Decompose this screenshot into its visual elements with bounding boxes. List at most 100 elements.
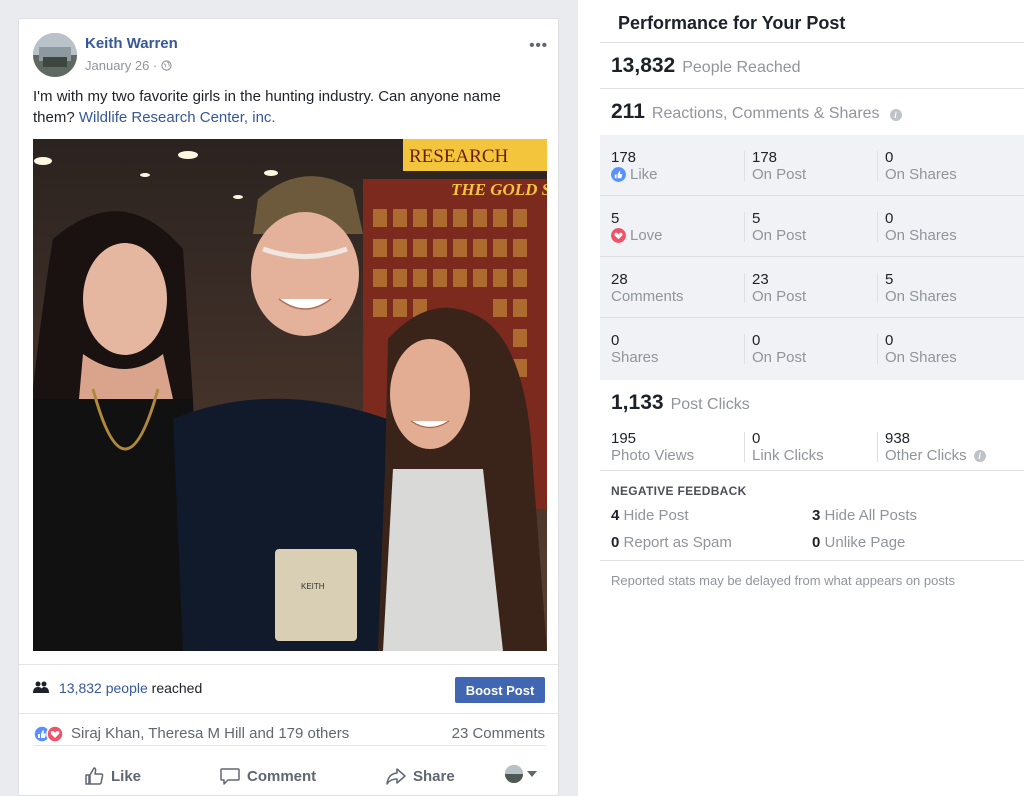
type-label: Shares (611, 349, 659, 366)
like-button[interactable]: Like (83, 761, 141, 791)
on-post-value: 23 (752, 271, 769, 288)
photo-views-value: 195 (611, 430, 637, 447)
engagement-value: 211 (611, 100, 645, 123)
badge-name: KEITH (301, 582, 325, 591)
people-icon (33, 681, 49, 693)
divider (744, 334, 745, 364)
hide-post-label: Hide Post (623, 507, 689, 524)
photo-views-label: Photo Views (611, 447, 695, 464)
info-icon[interactable]: i (973, 449, 986, 462)
engagement-stat: 211 Reactions, Comments & Shares i (611, 100, 902, 124)
divider (744, 151, 745, 181)
link-clicks-cell: 0 Link Clicks (752, 430, 824, 464)
performance-panel: Performance for Your Post 13,832 People … (578, 0, 1024, 796)
breakdown-row-love: 5 Love 5 On Post 0 On Shares (600, 196, 1024, 257)
engagement-breakdown: 178 Like 178 On Post 0 On Shares 5 Love … (600, 135, 1024, 380)
post-photo[interactable]: RESEARCH THE GOLD STA KEITH (33, 139, 547, 651)
hide-all-posts-stat: 3 Hide All Posts (812, 507, 917, 524)
on-shares-value: 0 (885, 332, 894, 349)
mention-link[interactable]: Wildlife Research Center, inc. (79, 109, 276, 126)
breakdown-total: 0 Shares (611, 332, 659, 366)
breakdown-row-like: 178 Like 178 On Post 0 On Shares (600, 135, 1024, 196)
on-shares-cell: 0 On Shares (885, 149, 957, 183)
share-button[interactable]: Share (385, 761, 455, 791)
breakdown-total: 5 Love (611, 210, 663, 244)
total-value: 178 (611, 149, 637, 166)
hide-all-value: 3 (812, 507, 821, 524)
total-value: 0 (611, 332, 620, 349)
people-reached-label: People Reached (682, 59, 801, 76)
comment-button[interactable]: Comment (219, 761, 316, 791)
on-post-label: On Post (752, 166, 807, 183)
on-post-value: 0 (752, 332, 761, 349)
link-clicks-label: Link Clicks (752, 447, 824, 464)
unlike-page-label: Unlike Page (824, 534, 906, 551)
on-shares-label: On Shares (885, 227, 957, 244)
hide-all-label: Hide All Posts (824, 507, 918, 524)
reaction-icons[interactable] (33, 725, 69, 743)
on-shares-cell: 5 On Shares (885, 271, 957, 305)
comment-label: Comment (247, 767, 317, 785)
reach-suffix: reached (147, 680, 203, 696)
panel-title: Performance for Your Post (618, 13, 846, 33)
on-shares-label: On Shares (885, 288, 957, 305)
report-spam-value: 0 (611, 534, 620, 551)
breakdown-row-shares: 0 Shares 0 On Post 0 On Shares (600, 318, 1024, 379)
clicks-breakdown: 195 Photo Views 0 Link Clicks 938 Other … (600, 430, 1024, 470)
on-shares-label: On Shares (885, 166, 957, 183)
divider (877, 151, 878, 181)
report-spam-label: Report as Spam (623, 534, 732, 551)
divider (877, 432, 878, 462)
breakdown-total: 178 Like (611, 149, 658, 183)
on-post-cell: 178 On Post (752, 149, 806, 183)
photo-views-cell: 195 Photo Views (611, 430, 694, 464)
other-clicks-value: 938 (885, 430, 911, 447)
share-icon (386, 768, 406, 785)
thumbs-up-icon (85, 767, 104, 785)
post-clicks-value: 1,133 (611, 391, 664, 414)
more-options-icon[interactable]: ••• (529, 37, 548, 54)
share-label: Share (413, 767, 455, 785)
reactions-row: Siraj Khan, Theresa M Hill and 179 other… (33, 722, 545, 746)
author-avatar[interactable] (33, 33, 77, 77)
post-clicks-stat: 1,133 Post Clicks (611, 391, 750, 415)
link-clicks-value: 0 (752, 430, 761, 447)
info-icon[interactable]: i (889, 109, 902, 121)
post-clicks-label: Post Clicks (670, 396, 750, 413)
on-shares-value: 0 (885, 149, 894, 166)
love-icon (611, 228, 626, 243)
post-text: I'm with my two favorite girls in the hu… (33, 86, 543, 128)
caret-down-icon (527, 771, 537, 777)
divider (600, 88, 1024, 89)
on-post-value: 5 (752, 210, 761, 227)
on-post-cell: 0 On Post (752, 332, 806, 366)
divider (744, 432, 745, 462)
divider (600, 470, 1024, 471)
on-shares-cell: 0 On Shares (885, 210, 957, 244)
post-date[interactable]: January 26 · (85, 58, 157, 73)
divider (600, 560, 1024, 561)
reach-text: 13,832 people reached (59, 680, 202, 696)
reactors-text[interactable]: Siraj Khan, Theresa M Hill and 179 other… (71, 725, 349, 742)
boost-post-button[interactable]: Boost Post (455, 677, 545, 703)
on-shares-label: On Shares (885, 349, 957, 366)
type-label: Comments (611, 288, 684, 305)
other-clicks-text: Other Clicks (885, 447, 967, 464)
other-clicks-label: Other Clicks i (885, 447, 986, 464)
author-name[interactable]: Keith Warren (85, 35, 178, 52)
on-post-value: 178 (752, 149, 778, 166)
other-clicks-cell: 938 Other Clicks i (885, 430, 986, 464)
divider (744, 273, 745, 303)
reach-link[interactable]: 13,832 people (59, 680, 148, 696)
action-bar: Like Comment Share (33, 761, 545, 791)
breakdown-total: 28 Comments (611, 271, 684, 305)
total-value: 28 (611, 271, 628, 288)
breakdown-row-comments: 28 Comments 23 On Post 5 On Shares (600, 257, 1024, 318)
post-as-selector[interactable] (505, 765, 537, 783)
unlike-page-value: 0 (812, 534, 821, 551)
total-value: 5 (611, 210, 620, 227)
type-text: Love (630, 227, 663, 244)
hide-post-stat: 4 Hide Post (611, 507, 689, 524)
comments-count[interactable]: 23 Comments (452, 725, 545, 742)
on-shares-value: 5 (885, 271, 894, 288)
